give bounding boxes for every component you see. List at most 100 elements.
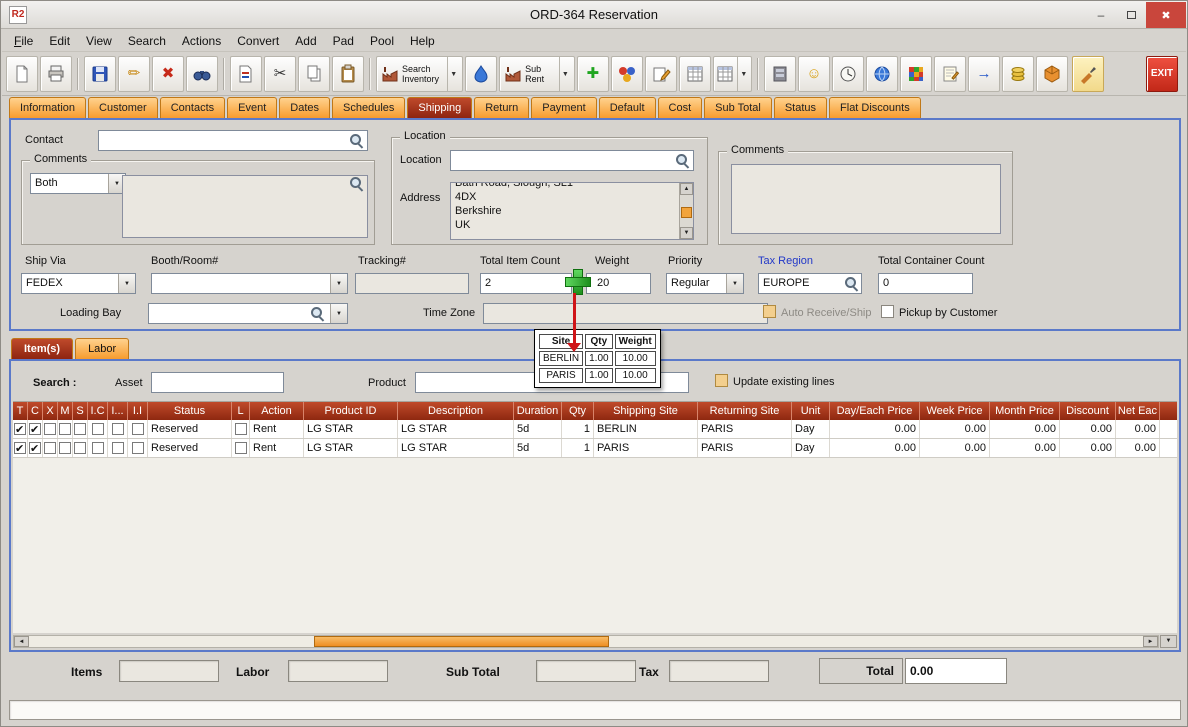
column-header-duration[interactable]: Duration	[514, 402, 562, 420]
row-checkbox[interactable]	[132, 423, 144, 435]
customer-smiley-button[interactable]: ☺	[798, 56, 830, 92]
cell-check-i[interactable]	[108, 439, 128, 457]
horizontal-scrollbar[interactable]: ◄ ►	[13, 635, 1159, 648]
menu-item-search[interactable]: Search	[120, 31, 174, 51]
column-header-description[interactable]: Description	[398, 402, 514, 420]
cell-check-c[interactable]	[28, 439, 43, 457]
address-scrollbar[interactable]: ▲ ▼	[679, 183, 693, 239]
menu-item-add[interactable]: Add	[287, 31, 324, 51]
address-scroll-thumb[interactable]	[681, 207, 692, 218]
color-groups-button[interactable]	[611, 56, 643, 92]
chevron-down-icon[interactable]: ▼	[726, 274, 743, 293]
row-checkbox[interactable]	[74, 423, 86, 435]
scroll-down-corner-button[interactable]: ▼	[1160, 635, 1177, 648]
scroll-up-icon[interactable]: ▲	[680, 183, 693, 195]
tab-contacts[interactable]: Contacts	[160, 97, 225, 118]
row-checkbox[interactable]	[44, 423, 56, 435]
tab-return[interactable]: Return	[474, 97, 529, 118]
tax-region-label[interactable]: Tax Region	[758, 255, 813, 267]
cell-check-s[interactable]	[73, 439, 88, 457]
row-checkbox[interactable]	[112, 423, 124, 435]
search-inventory-dropdown-arrow-icon[interactable]: ▼	[447, 57, 459, 91]
edit-note-button[interactable]	[645, 56, 677, 92]
tab-item-s-[interactable]: Item(s)	[11, 338, 73, 359]
notes-pad-button[interactable]	[934, 56, 966, 92]
row-checkbox[interactable]	[14, 442, 26, 454]
row-checkbox[interactable]	[235, 442, 247, 454]
scroll-down-icon[interactable]: ▼	[680, 227, 693, 239]
tab-cost[interactable]: Cost	[658, 97, 703, 118]
cell-returning-site[interactable]: PARIS	[698, 420, 792, 438]
asset-search-field[interactable]	[151, 372, 284, 393]
cell-check-ic[interactable]	[88, 420, 108, 438]
total-item-count-field[interactable]: 2	[480, 273, 572, 294]
contact-search-icon[interactable]	[350, 134, 364, 148]
comments-search-icon[interactable]	[350, 177, 364, 191]
paste-button[interactable]	[332, 56, 364, 92]
menu-item-actions[interactable]: Actions	[174, 31, 229, 51]
cell-status[interactable]: Reserved	[148, 420, 232, 438]
row-checkbox[interactable]	[132, 442, 144, 454]
tab-labor[interactable]: Labor	[75, 338, 129, 359]
booth-room-dropdown[interactable]: ▼	[151, 273, 348, 294]
column-header-unit[interactable]: Unit	[792, 402, 830, 420]
tab-sub-total[interactable]: Sub Total	[704, 97, 772, 118]
chevron-down-icon[interactable]: ▼	[330, 274, 347, 293]
column-header-l[interactable]: L	[232, 402, 250, 420]
loading-bay-dropdown[interactable]: ▼	[148, 303, 348, 324]
priority-dropdown[interactable]: Regular ▼	[666, 273, 744, 294]
cell-check-t[interactable]	[13, 439, 28, 457]
column-header-returning-site[interactable]: Returning Site	[698, 402, 792, 420]
column-header-status[interactable]: Status	[148, 402, 232, 420]
cell-returning-site[interactable]: PARIS	[698, 439, 792, 457]
column-header-day-each-price[interactable]: Day/Each Price	[830, 402, 920, 420]
column-header-week-price[interactable]: Week Price	[920, 402, 990, 420]
column-header-action[interactable]: Action	[250, 402, 304, 420]
menu-item-file[interactable]: File	[6, 31, 41, 51]
cell-discount[interactable]: 0.00	[1060, 420, 1116, 438]
menu-item-pad[interactable]: Pad	[325, 31, 362, 51]
column-header-chk-m[interactable]: M	[58, 402, 73, 420]
column-header-discount[interactable]: Discount	[1060, 402, 1116, 420]
expand-item-count-button[interactable]	[564, 268, 590, 294]
cell-check-m[interactable]	[58, 439, 73, 457]
cell-week-price[interactable]: 0.00	[920, 439, 990, 457]
cell-check-ic[interactable]	[88, 439, 108, 457]
column-header-chk-s[interactable]: S	[73, 402, 88, 420]
location-field[interactable]	[450, 150, 694, 171]
cell-check-x[interactable]	[43, 439, 58, 457]
scroll-left-icon[interactable]: ◄	[14, 636, 29, 647]
tax-region-search-icon[interactable]	[845, 277, 859, 291]
cell-l[interactable]	[232, 439, 250, 457]
print-button[interactable]	[40, 56, 72, 92]
sub-rent-dropdown-arrow-icon[interactable]: ▼	[559, 57, 571, 91]
cell-check-s[interactable]	[73, 420, 88, 438]
tab-schedules[interactable]: Schedules	[332, 97, 405, 118]
loading-bay-search-icon[interactable]	[311, 307, 325, 321]
tab-default[interactable]: Default	[599, 97, 656, 118]
address-box[interactable]: Bath Road, Slough, SL1 4DX Berkshire UK …	[450, 182, 694, 240]
comments-right-textarea[interactable]	[731, 164, 1001, 234]
sub-rent-button[interactable]: Sub Rent▼	[499, 56, 575, 92]
update-existing-lines-checkbox[interactable]	[715, 374, 728, 387]
cell-unit[interactable]: Day	[792, 420, 830, 438]
cell-discount[interactable]: 0.00	[1060, 439, 1116, 457]
cell-day-each-price[interactable]: 0.00	[830, 420, 920, 438]
column-header-chk-t[interactable]: T	[13, 402, 28, 420]
tab-payment[interactable]: Payment	[531, 97, 596, 118]
maximize-button[interactable]	[1116, 2, 1146, 28]
find-button[interactable]	[186, 56, 218, 92]
cell-description[interactable]: LG STAR	[398, 439, 514, 457]
contact-field[interactable]	[98, 130, 368, 151]
cell-description[interactable]: LG STAR	[398, 420, 514, 438]
cell-shipping-site[interactable]: BERLIN	[594, 420, 698, 438]
wand-button[interactable]	[1072, 56, 1104, 92]
location-search-icon[interactable]	[676, 154, 690, 168]
export-arrow-button[interactable]: →	[968, 56, 1000, 92]
item-row[interactable]: ReservedRentLG STARLG STAR5d1BERLINPARIS…	[13, 420, 1177, 439]
cell-check-i[interactable]	[108, 420, 128, 438]
column-header-chk-i[interactable]: I...	[108, 402, 128, 420]
cell-month-price[interactable]: 0.00	[990, 439, 1060, 457]
tab-dates[interactable]: Dates	[279, 97, 330, 118]
delete-button[interactable]: ✖	[152, 56, 184, 92]
